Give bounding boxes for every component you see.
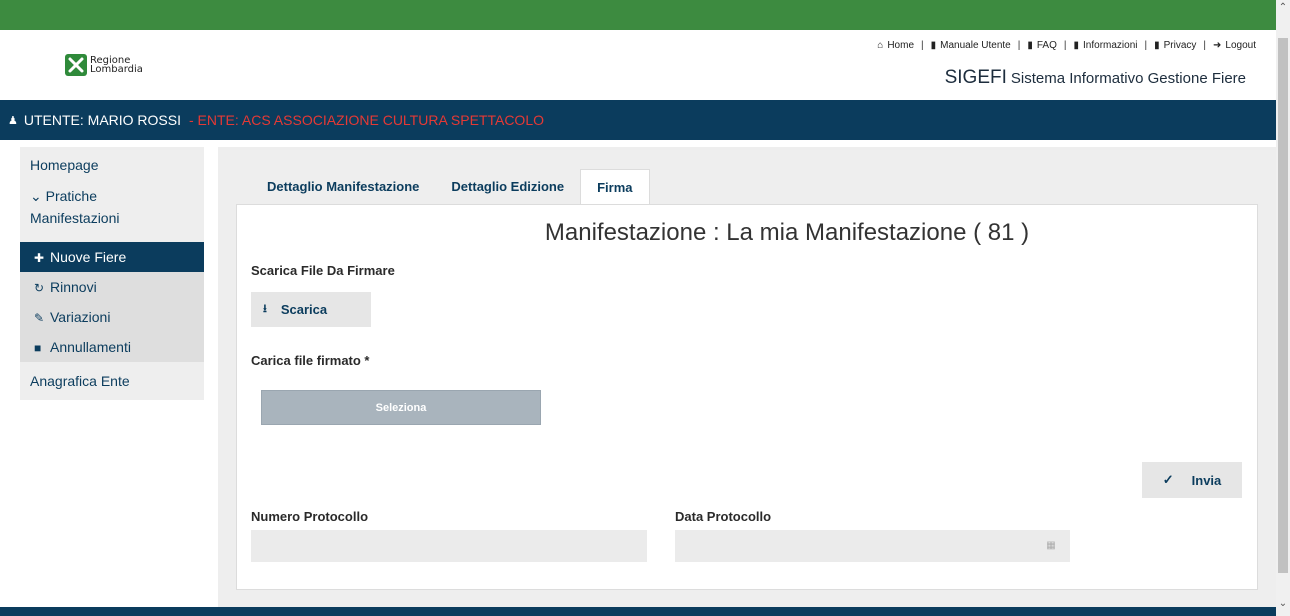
link-home[interactable]: ⌂ Home (877, 40, 914, 51)
link-manuale-utente[interactable]: ▮ Manuale Utente (931, 40, 1011, 51)
page-header: Regione Lombardia ⌂ Home | ▮ Manuale Utent… (0, 30, 1276, 100)
app-title: SIGEFI Sistema Informativo Gestione Fiere (945, 67, 1246, 89)
page-title: Manifestazione : La mia Manifestazione (… (544, 219, 1030, 246)
seleziona-button[interactable]: Seleziona (261, 390, 541, 425)
user-bar: ♟ UTENTE: MARIO ROSSI - ENTE: ACS ASSOCI… (0, 100, 1276, 140)
pencil-icon: ✎ (34, 311, 45, 325)
link-logout[interactable]: ➜ Logout (1213, 40, 1256, 51)
tab-firma[interactable]: Firma (580, 169, 650, 205)
logo-mark-icon (65, 54, 87, 76)
sidebar: Homepage ⌄ Pratiche Manifestazioni ✚ Nuov… (20, 147, 204, 400)
logout-icon: ➜ (1213, 40, 1222, 51)
firma-panel: Manifestazione : La mia Manifestazione (… (236, 204, 1258, 590)
book-icon: ▮ (1027, 40, 1033, 51)
scrollbar-thumb[interactable] (1278, 38, 1288, 573)
home-icon: ⌂ (877, 40, 884, 51)
app-acronym: SIGEFI (944, 67, 1007, 88)
sidebar-item-homepage[interactable]: Homepage (20, 147, 204, 185)
separator: | (1203, 40, 1207, 51)
tab-dettaglio-edizione[interactable]: Dettaglio Edizione (435, 169, 580, 205)
data-protocollo-input[interactable] (675, 530, 1032, 562)
scroll-up-icon[interactable]: ⌃ (1276, 0, 1290, 16)
file-icon: ▮ (930, 40, 937, 51)
scroll-down-icon[interactable]: ⌄ (1276, 596, 1290, 612)
file-icon: ▮ (1154, 40, 1160, 51)
file-icon: ▮ (1073, 40, 1080, 51)
link-faq[interactable]: ▮ FAQ (1027, 40, 1057, 51)
numero-protocollo-input[interactable] (251, 530, 647, 562)
sidebar-item-anagrafica-ente[interactable]: Anagrafica Ente (20, 362, 204, 400)
top-links: ⌂ Home | ▮ Manuale Utente | ▮ FAQ | ▮ Inform… (877, 40, 1256, 51)
carica-label: Carica file firmato * (251, 353, 370, 368)
link-privacy[interactable]: ▮ Privacy (1154, 40, 1196, 51)
user-icon: ♟ (8, 114, 18, 127)
separator: | (1017, 40, 1021, 51)
footer-bar (0, 607, 1276, 616)
trash-icon: ■ (34, 341, 42, 355)
tab-dettaglio-manifestazione[interactable]: Dettaglio Manifestazione (251, 169, 435, 205)
download-icon: ⭳ (263, 303, 267, 315)
user-name: UTENTE: MARIO ROSSI (23, 112, 181, 128)
link-informazioni[interactable]: ▮ Informazioni (1074, 40, 1138, 51)
ente-name: - ENTE: ACS ASSOCIAZIONE CULTURA SPETTAC… (189, 112, 544, 128)
scarica-button[interactable]: ⭳ Scarica (251, 292, 371, 327)
check-icon: ✓ (1162, 472, 1174, 487)
tab-bar: Dettaglio Manifestazione Dettaglio Edizi… (251, 169, 650, 205)
separator: | (1063, 40, 1067, 51)
sidebar-item-nuove-fiere[interactable]: ✚ Nuove Fiere (20, 242, 204, 272)
sidebar-item-pratiche-manifestazioni[interactable]: ⌄ Pratiche Manifestazioni (20, 185, 204, 242)
main-content: Dettaglio Manifestazione Dettaglio Edizi… (218, 147, 1276, 607)
sidebar-item-rinnovi[interactable]: ↻ Rinnovi (20, 272, 204, 302)
separator: | (1144, 40, 1148, 51)
plus-icon: ✚ (34, 251, 45, 265)
invia-button[interactable]: ✓ Invia (1142, 462, 1242, 498)
logo-text-line2: Lombardia (90, 64, 143, 75)
sidebar-item-annullamenti[interactable]: ■ Annullamenti (20, 332, 204, 362)
scarica-label: Scarica File Da Firmare (251, 263, 395, 278)
sidebar-item-variazioni[interactable]: ✎ Variazioni (20, 302, 204, 332)
numero-protocollo-label: Numero Protocollo (251, 509, 369, 524)
refresh-icon: ↻ (34, 281, 45, 295)
regione-lombardia-logo[interactable]: Regione Lombardia (65, 54, 143, 76)
page-scrollbar[interactable]: ⌃ ⌄ (1276, 0, 1290, 616)
app-name: Sistema Informativo Gestione Fiere (1010, 70, 1246, 87)
data-protocollo-label: Data Protocollo (675, 509, 772, 524)
chevron-down-icon: ⌄ (30, 188, 42, 204)
calendar-icon[interactable]: ▦ (1032, 530, 1070, 562)
top-color-bar (0, 0, 1276, 30)
separator: | (921, 40, 924, 51)
